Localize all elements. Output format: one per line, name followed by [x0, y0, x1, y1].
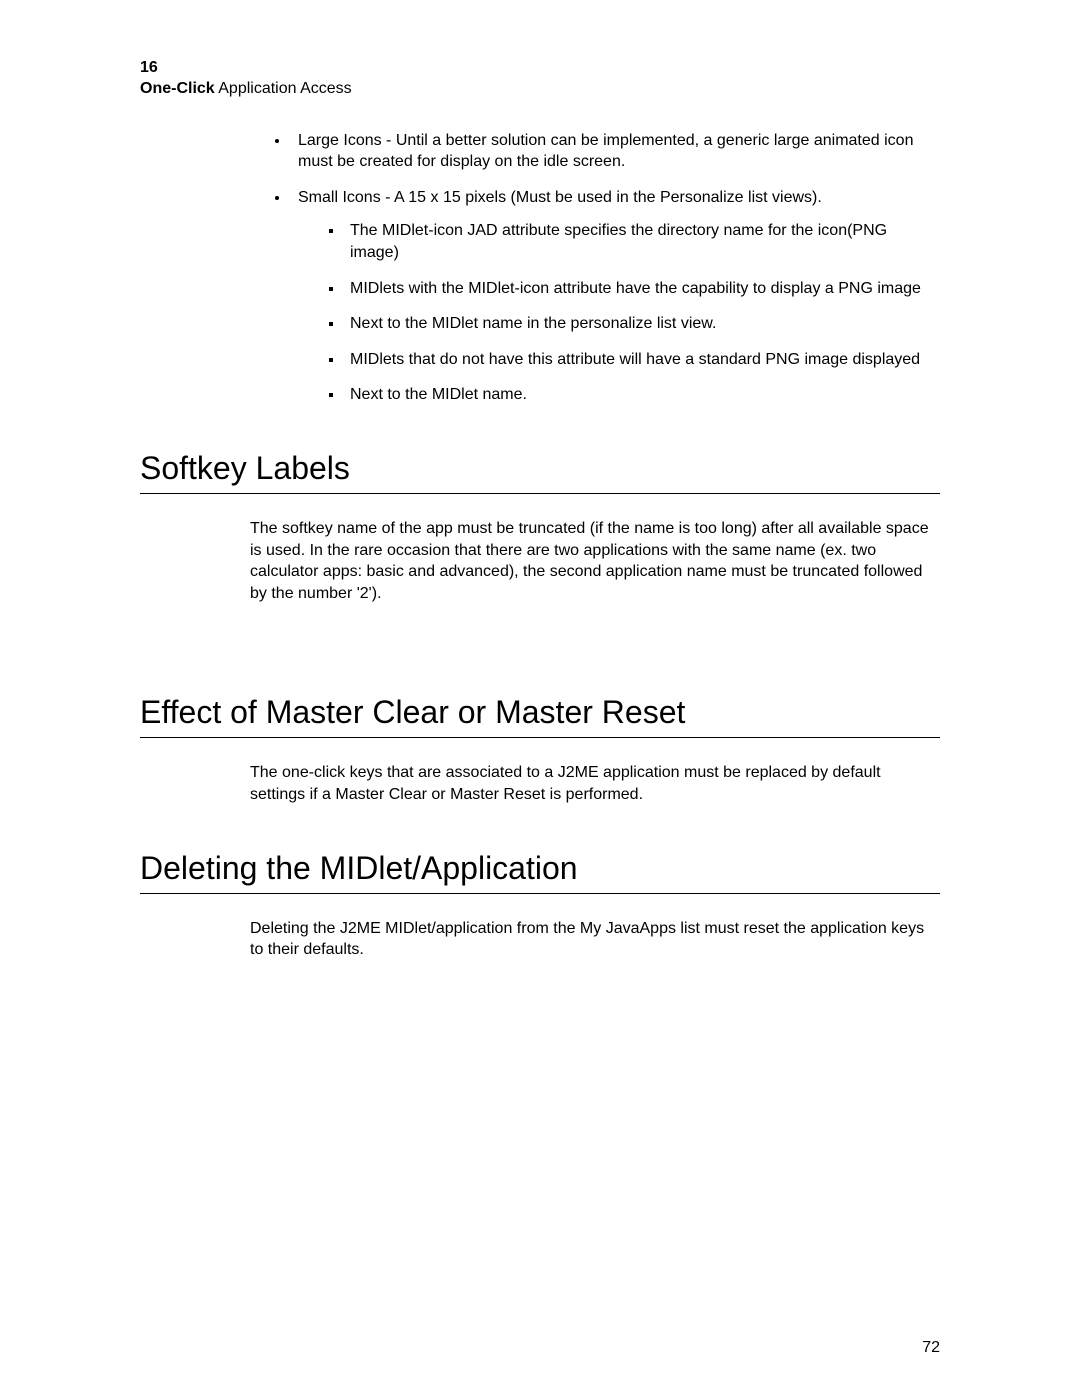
chapter-title-rest: Application Access: [215, 80, 352, 97]
list-item: MIDlets that do not have this attribute …: [344, 349, 940, 371]
list-item: Next to the MIDlet name.: [344, 384, 940, 406]
page-header: 16 One-Click Application Access: [140, 58, 940, 100]
paragraph: The one-click keys that are associated t…: [250, 762, 940, 805]
paragraph: The softkey name of the app must be trun…: [250, 518, 940, 604]
paragraph: Deleting the J2ME MIDlet/application fro…: [250, 918, 940, 961]
list-item: Small Icons - A 15 x 15 pixels (Must be …: [290, 187, 940, 406]
section-master-clear: Effect of Master Clear or Master Reset T…: [140, 694, 940, 805]
list-item: Next to the MIDlet name in the personali…: [344, 313, 940, 335]
section-body: The softkey name of the app must be trun…: [250, 518, 940, 604]
chapter-title-bold: One-Click: [140, 80, 215, 97]
section-deleting-midlet: Deleting the MIDlet/Application Deleting…: [140, 850, 940, 961]
document-page: 16 One-Click Application Access Large Ic…: [0, 0, 1080, 1397]
list-item: MIDlets with the MIDlet-icon attribute h…: [344, 278, 940, 300]
top-content: Large Icons - Until a better solution ca…: [250, 130, 940, 406]
section-heading: Effect of Master Clear or Master Reset: [140, 694, 940, 738]
page-number: 72: [922, 1339, 940, 1357]
sub-bullet-list: The MIDlet-icon JAD attribute specifies …: [298, 220, 940, 406]
list-item: Large Icons - Until a better solution ca…: [290, 130, 940, 173]
list-item-text: Small Icons - A 15 x 15 pixels (Must be …: [298, 189, 822, 206]
section-body: Deleting the J2ME MIDlet/application fro…: [250, 918, 940, 961]
bullet-list: Large Icons - Until a better solution ca…: [250, 130, 940, 406]
section-heading: Deleting the MIDlet/Application: [140, 850, 940, 894]
section-body: The one-click keys that are associated t…: [250, 762, 940, 805]
list-item-text: Large Icons - Until a better solution ca…: [298, 132, 913, 171]
chapter-title: One-Click Application Access: [140, 79, 940, 100]
spacer: [140, 604, 940, 650]
section-heading: Softkey Labels: [140, 450, 940, 494]
section-softkey-labels: Softkey Labels The softkey name of the a…: [140, 450, 940, 604]
list-item: The MIDlet-icon JAD attribute specifies …: [344, 220, 940, 263]
chapter-number: 16: [140, 58, 940, 79]
